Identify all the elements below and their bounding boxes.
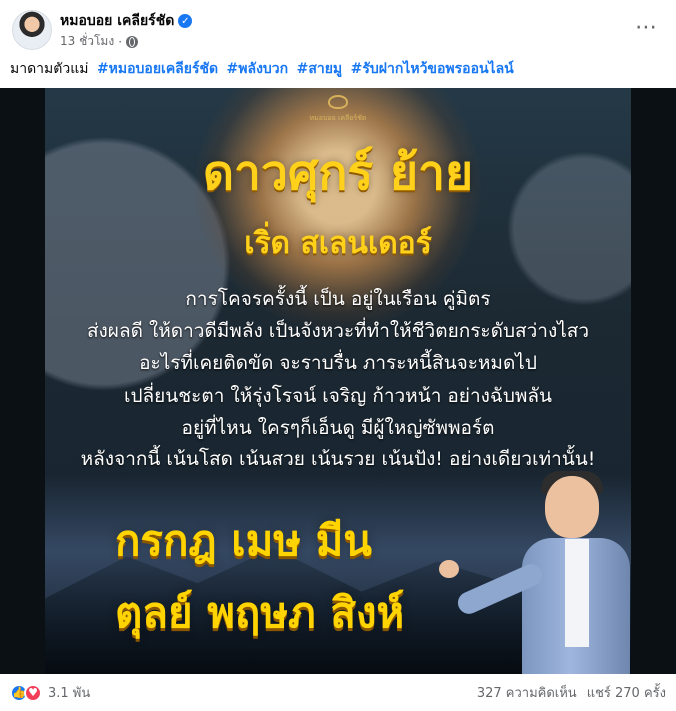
poster-body-line: อะไรที่เคยติดขัด จะราบรื่น ภาระหนี้สินจะ… [139,352,537,374]
author-avatar[interactable] [12,10,52,50]
post-meta: 13 ชั่วโมง · [60,32,139,51]
poster-body-line: การโคจรครั้งนี้ เป็น อยู่ในเรือน คู่มิตร [185,288,491,310]
verified-icon: ✓ [178,14,193,28]
brand-logo [328,95,348,109]
promo-poster[interactable]: หมอบอย เคลียร์ชัด ดาวศุกร์ ย้าย เริ่ด สเ… [45,88,631,674]
caption-text: มาดามตัวแม่ [10,61,89,77]
post-caption: มาดามตัวแม่ #หมอบอยเคลียร์ชัด #พลังบวก #… [10,58,514,80]
love-icon: ♥ [24,683,42,702]
poster-body-line: เปลี่ยนชะตา ให้รุ่งโรจน์ เจริญ ก้าวหน้า … [123,385,553,407]
poster-body-line: ส่งผลดี ให้ดาวดีมีพลัง เป็นจังหวะที่ทำให… [86,320,590,342]
poster-subtitle: เริ่ด สเลนเดอร์ [244,226,432,261]
hashtag-link[interactable]: #พลังบวก [227,61,289,77]
post-image-frame[interactable]: หมอบอย เคลียร์ชัด ดาวศุกร์ ย้าย เริ่ด สเ… [0,88,676,674]
hashtag-link[interactable]: #หมอบอยเคลียร์ชัด [97,61,218,77]
globe-icon[interactable] [126,35,139,48]
comments-count[interactable]: 327 ความคิดเห็น [477,682,577,703]
presenter-shirt [565,539,589,647]
more-options-icon[interactable]: ⋯ [632,14,660,42]
author-name[interactable]: หมอบอย เคลียร์ชัด [60,10,174,32]
hashtag-link[interactable]: #สายมู [297,61,343,77]
brand-name: หมอบอย เคลียร์ชัด [309,114,367,122]
meta-separator: · [118,34,123,49]
reaction-summary[interactable]: 👍 ♥ 3.1 พัน [10,682,90,703]
post-time[interactable]: 13 ชั่วโมง [60,32,114,51]
poster-title: ดาวศุกร์ ย้าย [202,145,474,201]
post-header: หมอบอย เคลียร์ชัด ✓ 13 ชั่วโมง · ⋯ [0,0,676,56]
zodiac-line: กรกฎ เมษ มีน [115,516,372,565]
presenter-figure [427,471,631,674]
poster-body-line: อยู่ที่ไหน ใครๆก็เอ็นดู มีผู้ใหญ่ซัพพอร์… [181,417,495,439]
reaction-count[interactable]: 3.1 พัน [48,682,90,703]
presenter-head [545,476,599,538]
engagement-summary: 327 ความคิดเห็น แชร์ 270 ครั้ง [477,682,666,703]
poster-body-line: หลังจากนี้ เน้นโสด เน้นสวย เน้นรวย เน้นป… [80,448,596,470]
author-row: หมอบอย เคลียร์ชัด ✓ [60,10,193,32]
zodiac-line: ตุลย์ พฤษภ สิงห์ [115,588,405,637]
reaction-icons: 👍 ♥ [10,683,42,702]
presenter-hand [439,560,459,578]
post-footer: 👍 ♥ 3.1 พัน 327 ความคิดเห็น แชร์ 270 ครั… [0,674,676,711]
shares-count[interactable]: แชร์ 270 ครั้ง [587,682,666,703]
hashtag-link[interactable]: #รับฝากไหว้ขอพรออนไลน์ [351,61,514,77]
